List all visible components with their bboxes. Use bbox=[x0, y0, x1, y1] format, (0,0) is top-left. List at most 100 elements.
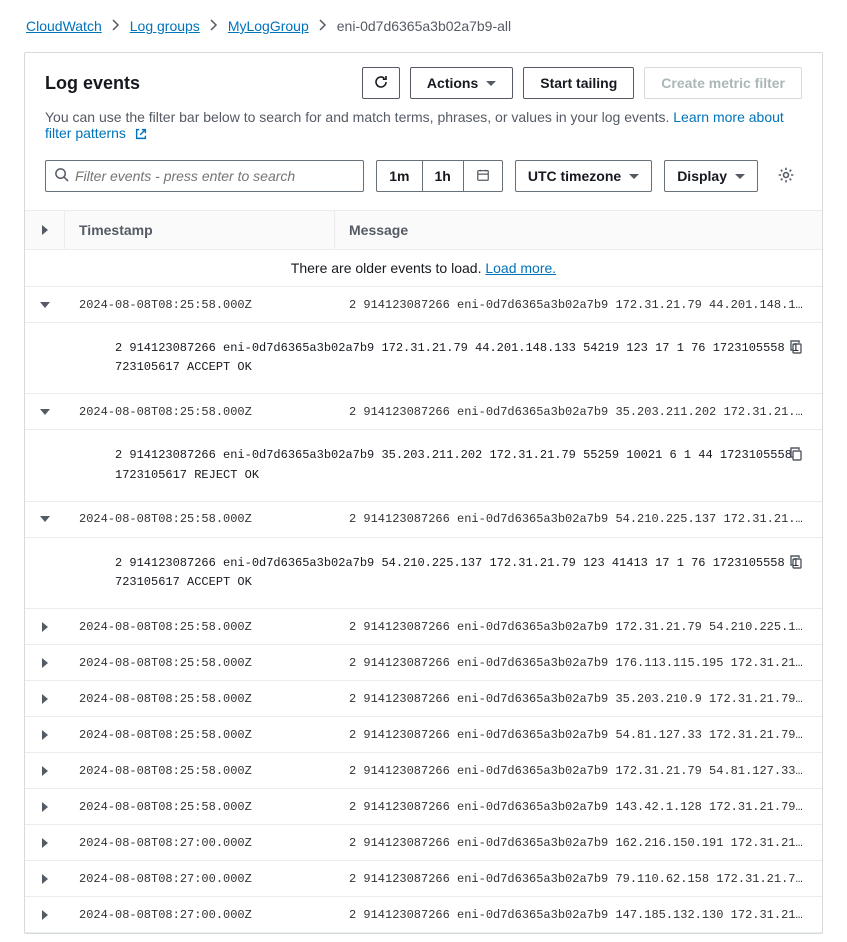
chevron-down-icon bbox=[40, 516, 50, 522]
caret-down-icon bbox=[735, 174, 745, 179]
expand-toggle[interactable] bbox=[25, 694, 65, 704]
chevron-down-icon bbox=[40, 302, 50, 308]
table-row[interactable]: 2024-08-08T08:25:58.000Z2 914123087266 e… bbox=[25, 287, 822, 323]
load-more-link[interactable]: Load more. bbox=[485, 260, 556, 276]
event-message: 2 914123087266 eni-0d7d6365a3b02a7b9 147… bbox=[335, 908, 822, 922]
event-message: 2 914123087266 eni-0d7d6365a3b02a7b9 35.… bbox=[335, 405, 822, 419]
refresh-icon bbox=[373, 74, 389, 93]
create-metric-filter-button: Create metric filter bbox=[644, 67, 802, 99]
expand-toggle[interactable] bbox=[25, 802, 65, 812]
expand-toggle[interactable] bbox=[25, 622, 65, 632]
actions-button[interactable]: Actions bbox=[410, 67, 513, 99]
event-timestamp: 2024-08-08T08:27:00.000Z bbox=[65, 836, 335, 850]
event-message: 2 914123087266 eni-0d7d6365a3b02a7b9 172… bbox=[335, 620, 822, 634]
expand-toggle[interactable] bbox=[25, 516, 65, 522]
chevron-right-icon bbox=[42, 622, 48, 632]
gear-icon bbox=[777, 166, 795, 187]
older-events-row: There are older events to load. Load mor… bbox=[25, 250, 822, 287]
chevron-right-icon bbox=[42, 910, 48, 920]
event-message: 2 914123087266 eni-0d7d6365a3b02a7b9 162… bbox=[335, 836, 822, 850]
expand-toggle[interactable] bbox=[25, 409, 65, 415]
event-timestamp: 2024-08-08T08:25:58.000Z bbox=[65, 298, 335, 312]
expand-toggle[interactable] bbox=[25, 838, 65, 848]
event-timestamp: 2024-08-08T08:25:58.000Z bbox=[65, 692, 335, 706]
table-row[interactable]: 2024-08-08T08:25:58.000Z2 914123087266 e… bbox=[25, 645, 822, 681]
event-message: 2 914123087266 eni-0d7d6365a3b02a7b9 176… bbox=[335, 656, 822, 670]
breadcrumb-cloudwatch[interactable]: CloudWatch bbox=[26, 18, 102, 34]
breadcrumb-log-group-name[interactable]: MyLogGroup bbox=[228, 18, 309, 34]
page-title: Log events bbox=[45, 73, 140, 94]
chevron-right-icon bbox=[42, 802, 48, 812]
table-row[interactable]: 2024-08-08T08:25:58.000Z2 914123087266 e… bbox=[25, 789, 822, 825]
expand-toggle[interactable] bbox=[25, 302, 65, 308]
search-icon bbox=[54, 167, 69, 185]
event-message: 2 914123087266 eni-0d7d6365a3b02a7b9 172… bbox=[335, 764, 822, 778]
range-1m[interactable]: 1m bbox=[377, 161, 421, 191]
chevron-right-icon bbox=[210, 18, 218, 34]
refresh-button[interactable] bbox=[362, 67, 400, 99]
expand-toggle[interactable] bbox=[25, 658, 65, 668]
caret-down-icon bbox=[486, 81, 496, 86]
event-timestamp: 2024-08-08T08:25:58.000Z bbox=[65, 405, 335, 419]
event-message: 2 914123087266 eni-0d7d6365a3b02a7b9 35.… bbox=[335, 692, 822, 706]
expand-toggle[interactable] bbox=[25, 766, 65, 776]
table-row[interactable]: 2024-08-08T08:25:58.000Z2 914123087266 e… bbox=[25, 717, 822, 753]
breadcrumb-log-groups[interactable]: Log groups bbox=[130, 18, 200, 34]
search-input-wrap[interactable] bbox=[45, 160, 364, 192]
col-expand[interactable] bbox=[25, 211, 65, 249]
event-detail: 2 914123087266 eni-0d7d6365a3b02a7b9 54.… bbox=[25, 538, 822, 609]
col-message-header[interactable]: Message bbox=[335, 222, 822, 238]
settings-button[interactable] bbox=[770, 160, 802, 192]
table-row[interactable]: 2024-08-08T08:27:00.000Z2 914123087266 e… bbox=[25, 825, 822, 861]
expand-toggle[interactable] bbox=[25, 874, 65, 884]
col-timestamp-header[interactable]: Timestamp bbox=[65, 211, 335, 249]
table-header: Timestamp Message bbox=[25, 210, 822, 250]
actions-label: Actions bbox=[427, 75, 478, 91]
display-dropdown[interactable]: Display bbox=[664, 160, 758, 192]
range-1h[interactable]: 1h bbox=[422, 161, 463, 191]
event-timestamp: 2024-08-08T08:25:58.000Z bbox=[65, 620, 335, 634]
event-timestamp: 2024-08-08T08:25:58.000Z bbox=[65, 764, 335, 778]
table-row[interactable]: 2024-08-08T08:25:58.000Z2 914123087266 e… bbox=[25, 502, 822, 538]
chevron-right-icon bbox=[319, 18, 327, 34]
expand-toggle[interactable] bbox=[25, 910, 65, 920]
chevron-right-icon bbox=[42, 658, 48, 668]
filter-events-input[interactable] bbox=[69, 168, 355, 184]
table-row[interactable]: 2024-08-08T08:25:58.000Z2 914123087266 e… bbox=[25, 609, 822, 645]
table-row[interactable]: 2024-08-08T08:25:58.000Z2 914123087266 e… bbox=[25, 753, 822, 789]
chevron-right-icon bbox=[42, 766, 48, 776]
event-timestamp: 2024-08-08T08:27:00.000Z bbox=[65, 908, 335, 922]
range-custom[interactable] bbox=[463, 161, 502, 191]
event-timestamp: 2024-08-08T08:27:00.000Z bbox=[65, 872, 335, 886]
event-timestamp: 2024-08-08T08:25:58.000Z bbox=[65, 800, 335, 814]
event-message: 2 914123087266 eni-0d7d6365a3b02a7b9 79.… bbox=[335, 872, 822, 886]
chevron-down-icon bbox=[40, 409, 50, 415]
start-tailing-button[interactable]: Start tailing bbox=[523, 67, 634, 99]
event-message: 2 914123087266 eni-0d7d6365a3b02a7b9 54.… bbox=[335, 728, 822, 742]
table-row[interactable]: 2024-08-08T08:27:00.000Z2 914123087266 e… bbox=[25, 897, 822, 933]
event-timestamp: 2024-08-08T08:25:58.000Z bbox=[65, 728, 335, 742]
event-timestamp: 2024-08-08T08:25:58.000Z bbox=[65, 656, 335, 670]
table-row[interactable]: 2024-08-08T08:25:58.000Z2 914123087266 e… bbox=[25, 681, 822, 717]
breadcrumb: CloudWatch Log groups MyLogGroup eni-0d7… bbox=[0, 0, 847, 44]
chevron-right-icon bbox=[42, 694, 48, 704]
timezone-dropdown[interactable]: UTC timezone bbox=[515, 160, 652, 192]
copy-button[interactable] bbox=[788, 339, 804, 362]
copy-button[interactable] bbox=[788, 554, 804, 577]
copy-button[interactable] bbox=[788, 446, 804, 469]
chevron-right-icon bbox=[42, 730, 48, 740]
caret-down-icon bbox=[629, 174, 639, 179]
table-row[interactable]: 2024-08-08T08:25:58.000Z2 914123087266 e… bbox=[25, 394, 822, 430]
breadcrumb-current: eni-0d7d6365a3b02a7b9-all bbox=[337, 18, 511, 34]
event-message: 2 914123087266 eni-0d7d6365a3b02a7b9 172… bbox=[335, 298, 822, 312]
expand-all-icon bbox=[42, 225, 48, 235]
chevron-right-icon bbox=[42, 874, 48, 884]
table-row[interactable]: 2024-08-08T08:27:00.000Z2 914123087266 e… bbox=[25, 861, 822, 897]
chevron-right-icon bbox=[42, 838, 48, 848]
expand-toggle[interactable] bbox=[25, 730, 65, 740]
time-range-segment: 1m 1h bbox=[376, 160, 503, 192]
chevron-right-icon bbox=[112, 18, 120, 34]
event-detail: 2 914123087266 eni-0d7d6365a3b02a7b9 35.… bbox=[25, 430, 822, 501]
external-link-icon bbox=[134, 128, 148, 144]
event-message: 2 914123087266 eni-0d7d6365a3b02a7b9 54.… bbox=[335, 512, 822, 526]
